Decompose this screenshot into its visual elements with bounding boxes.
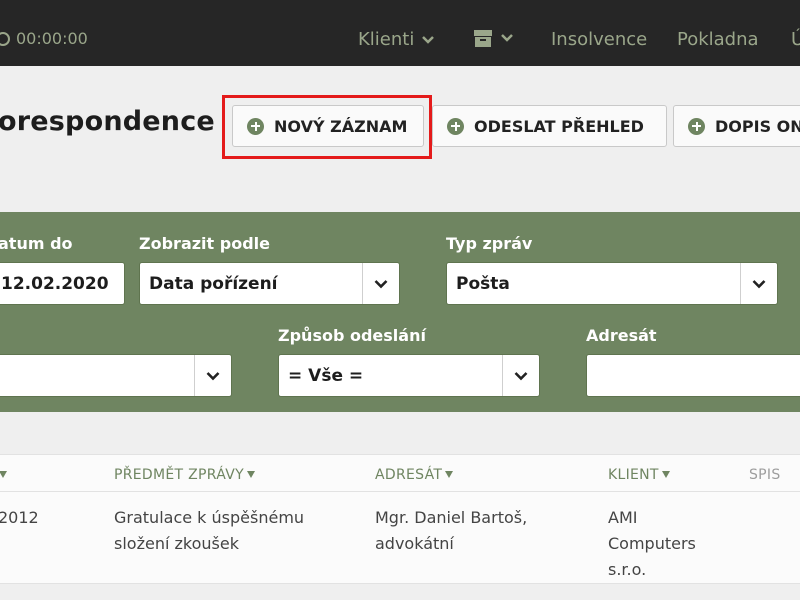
archive-box-icon	[474, 30, 492, 47]
clock-icon	[0, 31, 10, 46]
plus-circle-icon	[688, 117, 705, 135]
nav-pokladna-label: Pokladna	[677, 29, 759, 50]
page-title: orespondence	[0, 106, 215, 137]
sort-arrow-icon	[661, 471, 670, 478]
chevron-down-icon	[422, 35, 435, 44]
nav-item-cut[interactable]: Ú	[791, 29, 800, 50]
chevron-down-icon	[514, 371, 528, 380]
cell-subject: Gratulace k úspěšnému složení zkoušek	[114, 508, 305, 553]
column-header-recipient[interactable]: ADRESÁT	[375, 467, 454, 483]
nav-item-pokladna[interactable]: Pokladna	[677, 29, 759, 50]
date-to-input[interactable]: 12.02.2020	[0, 262, 125, 305]
chevron-down-icon	[206, 371, 220, 380]
sort-arrow-icon	[246, 471, 255, 478]
filter-panel: atum do 12.02.2020 Zobrazit podle Data p…	[0, 212, 800, 412]
dropdown-toggle[interactable]	[194, 355, 231, 396]
send-method-select[interactable]: = Vše =	[278, 354, 540, 397]
timer-value: 00:00:00	[16, 29, 88, 48]
nav-cut-label: Ú	[791, 29, 800, 50]
chevron-down-icon	[374, 279, 388, 288]
message-type-select[interactable]: Pošta	[446, 262, 778, 305]
cell-client: AMI Computers s.r.o.	[608, 508, 696, 579]
nav-insolvence-label: Insolvence	[551, 29, 648, 50]
nav-item-insolvence[interactable]: Insolvence	[551, 29, 647, 50]
nav-item-archive[interactable]	[472, 28, 513, 48]
letter-label: DOPIS ON	[715, 116, 800, 136]
show-by-select[interactable]: Data pořízení	[139, 262, 400, 305]
top-navigation-bar: 00:00:00 Klienti Insolvence Pokladna Ú	[0, 0, 800, 66]
table-header: PŘEDMĚT ZPRÁVY ADRESÁT KLIENT SPIS	[0, 454, 800, 492]
dropdown-toggle[interactable]	[362, 263, 399, 304]
send-overview-button[interactable]: ODESLAT PŘEHLED	[432, 105, 667, 147]
date-to-label: atum do	[0, 234, 73, 253]
message-type-label: Typ zpráv	[446, 234, 533, 253]
column-header-spis[interactable]: SPIS	[749, 467, 781, 483]
left-select[interactable]	[0, 354, 232, 397]
cell-date: 2012	[0, 508, 39, 527]
letter-button[interactable]: DOPIS ON	[673, 105, 800, 147]
send-overview-label: ODESLAT PŘEHLED	[474, 116, 644, 136]
chevron-down-icon	[501, 34, 513, 42]
chevron-down-icon	[752, 279, 766, 288]
cell-recipient: Mgr. Daniel Bartoš, advokátní	[375, 508, 528, 553]
recipient-input[interactable]	[586, 354, 800, 397]
dropdown-toggle[interactable]	[740, 263, 777, 304]
sort-arrow-icon	[445, 471, 454, 478]
table-row[interactable]: 2012 Gratulace k úspěšnému složení zkouš…	[0, 492, 800, 584]
dropdown-toggle[interactable]	[502, 355, 539, 396]
column-header-client[interactable]: KLIENT	[608, 467, 670, 483]
sort-arrow-icon[interactable]	[0, 467, 7, 483]
plus-circle-icon	[447, 117, 464, 135]
nav-klienti-label: Klienti	[358, 29, 415, 50]
highlight-box	[222, 95, 432, 159]
show-by-label: Zobrazit podle	[139, 234, 270, 253]
send-method-label: Způsob odeslání	[278, 326, 426, 345]
recipient-label: Adresát	[586, 326, 657, 345]
nav-item-klienti[interactable]: Klienti	[358, 29, 435, 50]
timer[interactable]: 00:00:00	[0, 29, 88, 48]
column-header-subject[interactable]: PŘEDMĚT ZPRÁVY	[114, 467, 255, 483]
